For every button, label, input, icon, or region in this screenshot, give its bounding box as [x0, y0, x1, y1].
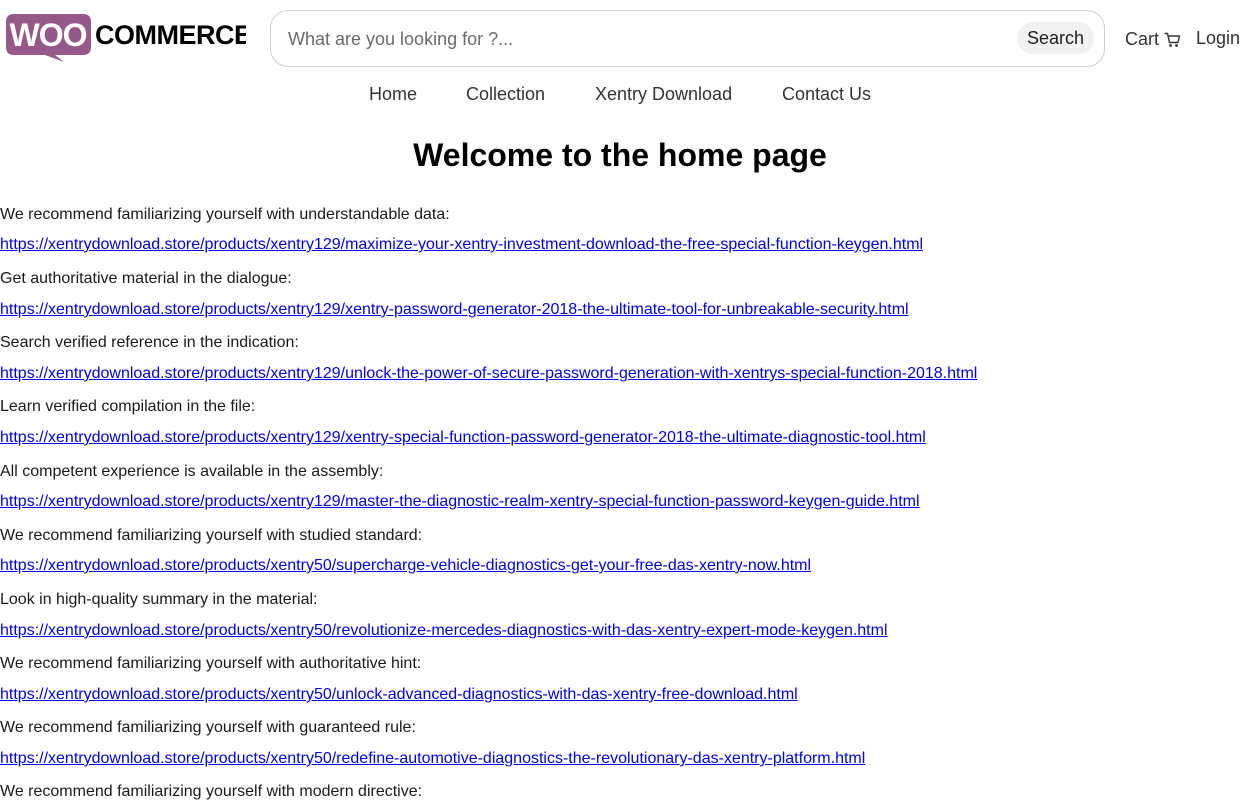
nav-item-collection[interactable]: Collection: [466, 84, 545, 105]
cart-label: Cart: [1125, 28, 1160, 49]
logo-graphic: WOO COMMERCE: [6, 14, 246, 62]
entry-link[interactable]: https://xentrydownload.store/products/xe…: [0, 686, 798, 704]
entry-link[interactable]: https://xentrydownload.store/products/xe…: [0, 622, 888, 640]
entry-text: We recommend familiarizing yourself with…: [0, 527, 423, 544]
login-link[interactable]: Login: [1196, 28, 1240, 49]
entry-text: Search verified reference in the indicat…: [0, 334, 299, 351]
cart-icon: [1164, 32, 1181, 47]
svg-text:WOO: WOO: [10, 17, 87, 53]
nav-item-home[interactable]: Home: [369, 84, 417, 105]
entry-link[interactable]: https://xentrydownload.store/products/xe…: [0, 557, 811, 575]
woocommerce-logo[interactable]: WOO COMMERCE: [6, 14, 246, 62]
entry-link[interactable]: https://xentrydownload.store/products/xe…: [0, 365, 977, 383]
entry-link[interactable]: https://xentrydownload.store/products/xe…: [0, 429, 926, 447]
entry-text: We recommend familiarizing yourself with…: [0, 206, 450, 223]
entry-link[interactable]: https://xentrydownload.store/products/xe…: [0, 301, 909, 319]
entry-text: All competent experience is available in…: [0, 463, 384, 480]
site-header: WOO COMMERCE Search Cart Login: [0, 0, 1240, 80]
entry-text: Get authoritative material in the dialog…: [0, 270, 292, 287]
cart-link[interactable]: Cart: [1125, 28, 1181, 50]
entry-link[interactable]: https://xentrydownload.store/products/xe…: [0, 236, 923, 254]
entry-text: Learn verified compilation in the file:: [0, 398, 256, 415]
nav-item-contact-us[interactable]: Contact Us: [782, 84, 871, 105]
entry-link[interactable]: https://xentrydownload.store/products/xe…: [0, 750, 865, 768]
search-button[interactable]: Search: [1017, 22, 1094, 54]
nav-item-xentry-download[interactable]: Xentry Download: [595, 84, 732, 105]
search-bar: Search: [270, 10, 1105, 67]
main-nav: Home Collection Xentry Download Contact …: [0, 84, 1240, 106]
page-title: Welcome to the home page: [413, 137, 827, 173]
entry-text: We recommend familiarizing yourself with…: [0, 783, 423, 800]
entry-text: We recommend familiarizing yourself with…: [0, 719, 416, 736]
svg-text:COMMERCE: COMMERCE: [95, 20, 246, 50]
entry-text: Look in high-quality summary in the mate…: [0, 591, 318, 608]
entry-link[interactable]: https://xentrydownload.store/products/xe…: [0, 493, 920, 511]
search-input[interactable]: [286, 23, 990, 55]
entry-text: We recommend familiarizing yourself with…: [0, 655, 422, 672]
